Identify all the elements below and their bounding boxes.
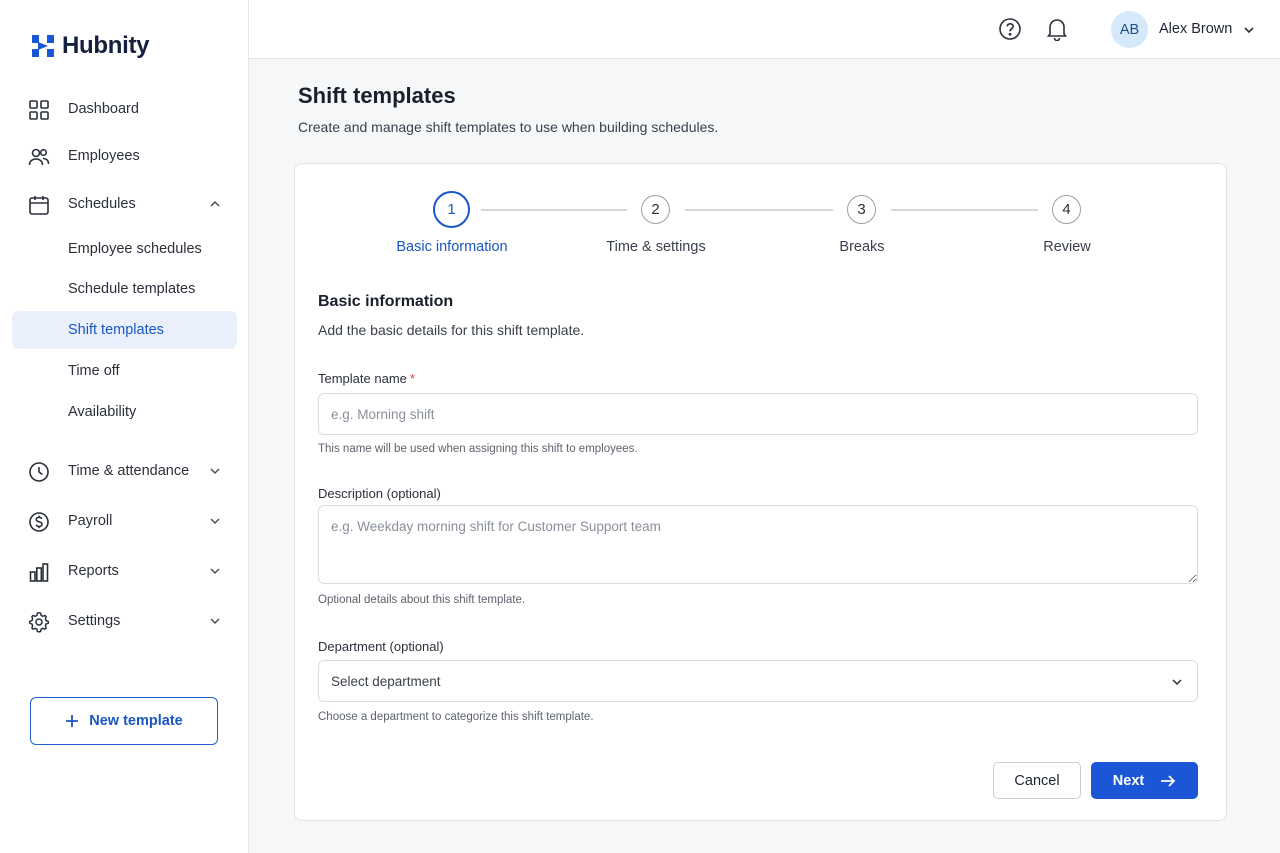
bell-icon[interactable] bbox=[1046, 17, 1068, 41]
user-name[interactable]: Alex Brown bbox=[1159, 21, 1232, 37]
sidebar-item-dashboard[interactable]: Dashboard bbox=[12, 90, 237, 128]
template-name-helper: This name will be used when assigning th… bbox=[318, 443, 638, 455]
sidebar-subitem-label: Shift templates bbox=[68, 322, 164, 338]
sidebar-subitem-label: Time off bbox=[68, 363, 120, 379]
next-button-label: Next bbox=[1112, 772, 1145, 789]
required-marker: * bbox=[409, 371, 415, 386]
gear-icon bbox=[28, 612, 50, 633]
sidebar-item-label: Schedules bbox=[68, 196, 136, 212]
sidebar-subitem-schedule-templates[interactable]: Schedule templates bbox=[12, 270, 237, 308]
section-title: Basic information bbox=[318, 293, 454, 310]
chevron-down-icon bbox=[210, 518, 220, 525]
page-subtitle: Create and manage shift templates to use… bbox=[298, 119, 719, 135]
step-connector bbox=[481, 209, 627, 211]
sidebar-item-label: Dashboard bbox=[68, 101, 139, 117]
hubnity-logo-icon bbox=[32, 35, 54, 57]
brand-logo[interactable]: Hubnity bbox=[30, 32, 150, 60]
description-label: Description (optional) bbox=[318, 486, 441, 501]
sidebar-item-time-attendance[interactable]: Time & attendance bbox=[12, 452, 237, 490]
sidebar-subitem-label: Schedule templates bbox=[68, 281, 196, 297]
sidebar-item-employees[interactable]: Employees bbox=[12, 137, 237, 175]
sidebar-subitem-label: Employee schedules bbox=[68, 241, 202, 257]
next-button[interactable]: Next bbox=[1091, 762, 1198, 799]
step-2-indicator[interactable]: 2 bbox=[641, 195, 670, 224]
sidebar-item-label: Reports bbox=[68, 563, 119, 579]
section-description: Add the basic details for this shift tem… bbox=[318, 322, 585, 338]
step-connector bbox=[685, 209, 833, 211]
step-connector bbox=[891, 209, 1038, 211]
cancel-button[interactable]: Cancel bbox=[993, 762, 1081, 799]
template-name-label-text: Template name bbox=[318, 371, 407, 386]
chevron-down-icon bbox=[1172, 679, 1182, 686]
description-helper: Optional details about this shift templa… bbox=[318, 594, 526, 606]
sidebar-item-schedules[interactable]: Schedules bbox=[12, 185, 237, 223]
chevron-down-icon bbox=[210, 468, 220, 475]
sidebar-subitem-label: Availability bbox=[68, 404, 137, 420]
chevron-up-icon bbox=[210, 200, 220, 207]
sidebar-subitem-availability[interactable]: Availability bbox=[12, 393, 237, 431]
sidebar-item-label: Payroll bbox=[68, 513, 113, 529]
template-name-label: Template name * bbox=[318, 371, 415, 386]
calendar-icon bbox=[29, 196, 49, 215]
department-select[interactable]: Select department bbox=[318, 660, 1198, 702]
sidebar-item-settings[interactable]: Settings bbox=[12, 602, 237, 640]
dollar-icon bbox=[29, 512, 49, 532]
sidebar-subitem-time-off[interactable]: Time off bbox=[12, 352, 237, 390]
plus-icon bbox=[66, 715, 79, 727]
sidebar: Hubnity Dashboard Employees Schedules Em… bbox=[0, 0, 249, 853]
clock-icon bbox=[29, 462, 49, 482]
new-template-label: New template bbox=[89, 713, 183, 729]
sidebar-subitem-employee-schedules[interactable]: Employee schedules bbox=[12, 230, 237, 268]
sidebar-item-label: Settings bbox=[68, 613, 121, 629]
arrow-right-icon bbox=[1161, 774, 1176, 787]
step-3-indicator[interactable]: 3 bbox=[847, 195, 876, 224]
department-helper: Choose a department to categorize this s… bbox=[318, 711, 594, 723]
department-label: Department (optional) bbox=[318, 639, 444, 654]
sidebar-item-payroll[interactable]: Payroll bbox=[12, 502, 237, 540]
sidebar-item-label: Time & attendance bbox=[68, 463, 190, 479]
step-4-label[interactable]: Review bbox=[1043, 239, 1091, 255]
chevron-down-icon bbox=[210, 618, 220, 625]
step-2-label[interactable]: Time & settings bbox=[606, 239, 705, 255]
page-title: Shift templates bbox=[298, 83, 456, 108]
brand-name: Hubnity bbox=[62, 32, 150, 59]
template-name-input[interactable] bbox=[318, 393, 1198, 435]
step-1-indicator[interactable]: 1 bbox=[433, 191, 470, 228]
step-4-indicator[interactable]: 4 bbox=[1052, 195, 1081, 224]
description-textarea[interactable] bbox=[318, 505, 1198, 584]
grid-icon bbox=[29, 100, 49, 120]
users-icon bbox=[28, 148, 50, 166]
bar-chart-icon bbox=[29, 563, 49, 582]
step-3-label[interactable]: Breaks bbox=[839, 239, 884, 255]
chevron-down-icon bbox=[210, 568, 220, 575]
chevron-down-icon[interactable] bbox=[1243, 24, 1255, 36]
step-1-label[interactable]: Basic information bbox=[396, 239, 507, 255]
sidebar-item-label: Employees bbox=[68, 148, 140, 164]
sidebar-item-reports[interactable]: Reports bbox=[12, 552, 237, 590]
department-select-value: Select department bbox=[331, 674, 441, 689]
help-icon[interactable] bbox=[998, 17, 1022, 41]
sidebar-subitem-shift-templates[interactable]: Shift templates bbox=[12, 311, 237, 349]
new-template-button[interactable]: New template bbox=[30, 697, 218, 745]
avatar[interactable]: AB bbox=[1111, 11, 1148, 48]
